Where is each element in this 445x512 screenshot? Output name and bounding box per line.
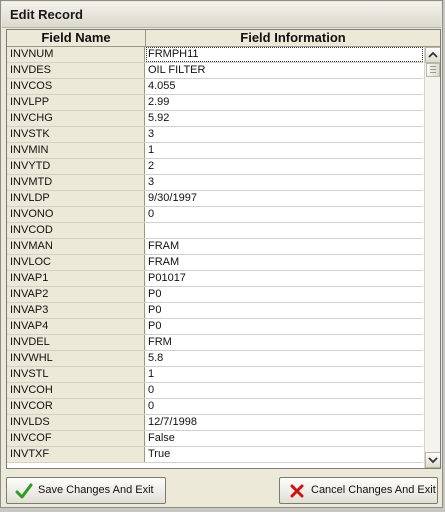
green-checkmark-icon [15, 483, 33, 499]
field-value-cell[interactable]: 1 [146, 143, 423, 158]
table-row[interactable]: INVLPP 2.99 [7, 95, 423, 111]
record-grid: Field Name Field Information INVNUM FRMPH… [6, 29, 441, 469]
field-name-cell: INVDES [7, 63, 145, 78]
table-row[interactable]: INVAP2 P0 [7, 287, 423, 303]
scroll-up-button[interactable] [425, 47, 440, 63]
field-value-cell[interactable]: 5.92 [146, 111, 423, 126]
chevron-down-icon [428, 457, 438, 464]
field-value-cell[interactable]: 0 [146, 207, 423, 222]
column-header-field-info[interactable]: Field Information [146, 30, 440, 46]
table-row[interactable]: INVCOD [7, 223, 423, 239]
field-name-cell: INVLDS [7, 415, 145, 430]
save-button-label: Save Changes And Exit [38, 484, 154, 496]
field-value-cell[interactable]: 2 [146, 159, 423, 174]
field-value-cell[interactable]: 4.055 [146, 79, 423, 94]
field-name-cell: INVCHG [7, 111, 145, 126]
chevron-up-icon [428, 51, 438, 58]
column-header-field-name[interactable]: Field Name [7, 30, 146, 46]
grid-header: Field Name Field Information [7, 30, 440, 47]
field-value-cell[interactable]: P01017 [146, 271, 423, 286]
field-value-cell[interactable]: FRMPH11 [146, 47, 423, 62]
scroll-down-button[interactable] [425, 452, 440, 468]
title-bar: Edit Record [2, 2, 441, 28]
table-row[interactable]: INVDEL FRM [7, 335, 423, 351]
field-value-cell[interactable] [146, 223, 423, 238]
field-name-cell: INVDEL [7, 335, 145, 350]
red-x-icon [290, 484, 304, 498]
table-row[interactable]: INVSTK 3 [7, 127, 423, 143]
field-value-cell[interactable]: P0 [146, 287, 423, 302]
table-row[interactable]: INVSTL 1 [7, 367, 423, 383]
field-value-cell[interactable]: 3 [146, 127, 423, 142]
field-name-cell: INVCOR [7, 399, 145, 414]
table-row[interactable]: INVCOS 4.055 [7, 79, 423, 95]
field-name-cell: INVMAN [7, 239, 145, 254]
field-value-cell[interactable]: 2.99 [146, 95, 423, 110]
field-value-cell[interactable]: P0 [146, 319, 423, 334]
field-value-cell[interactable]: FRAM [146, 239, 423, 254]
field-name-cell: INVYTD [7, 159, 145, 174]
field-value-cell[interactable]: P0 [146, 303, 423, 318]
table-row[interactable]: INVLDP 9/30/1997 [7, 191, 423, 207]
field-name-cell: INVONO [7, 207, 145, 222]
field-name-cell: INVCOF [7, 431, 145, 446]
save-changes-button[interactable]: Save Changes And Exit [6, 477, 166, 504]
field-name-cell: INVAP1 [7, 271, 145, 286]
table-row[interactable]: INVCOR 0 [7, 399, 423, 415]
field-name-cell: INVAP2 [7, 287, 145, 302]
table-row[interactable]: INVYTD 2 [7, 159, 423, 175]
field-name-cell: INVTXF [7, 447, 145, 462]
field-name-cell: INVWHL [7, 351, 145, 366]
field-name-cell: INVLPP [7, 95, 145, 110]
field-name-cell: INVMIN [7, 143, 145, 158]
table-row[interactable]: INVTXF True [7, 447, 423, 463]
table-row[interactable]: INVONO 0 [7, 207, 423, 223]
field-name-cell: INVSTL [7, 367, 145, 382]
field-value-cell[interactable]: 12/7/1998 [146, 415, 423, 430]
table-row[interactable]: INVMIN 1 [7, 143, 423, 159]
table-row[interactable]: INVAP4 P0 [7, 319, 423, 335]
field-value-cell[interactable]: 0 [146, 383, 423, 398]
table-row[interactable]: INVMTD 3 [7, 175, 423, 191]
table-row[interactable]: INVLOC FRAM [7, 255, 423, 271]
field-value-cell[interactable]: FRM [146, 335, 423, 350]
table-row[interactable]: INVMAN FRAM [7, 239, 423, 255]
field-name-cell: INVSTK [7, 127, 145, 142]
cancel-changes-button[interactable]: Cancel Changes And Exit [279, 477, 438, 504]
field-name-cell: INVCOD [7, 223, 145, 238]
field-name-cell: INVMTD [7, 175, 145, 190]
table-row[interactable]: INVLDS 12/7/1998 [7, 415, 423, 431]
edit-record-dialog: Edit Record Field Name Field Information… [0, 0, 443, 508]
field-value-cell[interactable]: 1 [146, 367, 423, 382]
table-row[interactable]: INVWHL 5.8 [7, 351, 423, 367]
table-row[interactable]: INVAP1 P01017 [7, 271, 423, 287]
table-row[interactable]: INVNUM FRMPH11 [7, 47, 423, 63]
field-value-cell[interactable]: 5.8 [146, 351, 423, 366]
field-value-cell[interactable]: True [146, 447, 423, 462]
table-row[interactable]: INVCHG 5.92 [7, 111, 423, 127]
field-value-cell[interactable]: 9/30/1997 [146, 191, 423, 206]
table-row[interactable]: INVAP3 P0 [7, 303, 423, 319]
window-title: Edit Record [10, 7, 83, 22]
field-value-cell[interactable]: OIL FILTER [146, 63, 423, 78]
table-row[interactable]: INVCOH 0 [7, 383, 423, 399]
cancel-button-label: Cancel Changes And Exit [311, 484, 436, 496]
table-row[interactable]: INVDES OIL FILTER [7, 63, 423, 79]
field-name-cell: INVAP4 [7, 319, 145, 334]
grid-rows: INVNUM FRMPH11 INVDES OIL FILTER INVCOS 4.055… [7, 47, 423, 463]
field-value-cell[interactable]: FRAM [146, 255, 423, 270]
field-name-cell: INVNUM [7, 47, 145, 62]
field-name-cell: INVCOH [7, 383, 145, 398]
field-name-cell: INVCOS [7, 79, 145, 94]
field-value-cell[interactable]: 3 [146, 175, 423, 190]
vertical-scrollbar[interactable] [424, 47, 440, 468]
field-value-cell[interactable]: False [146, 431, 423, 446]
field-value-cell[interactable]: 0 [146, 399, 423, 414]
field-name-cell: INVAP3 [7, 303, 145, 318]
field-name-cell: INVLOC [7, 255, 145, 270]
table-row[interactable]: INVCOF False [7, 431, 423, 447]
field-name-cell: INVLDP [7, 191, 145, 206]
scroll-thumb[interactable] [426, 63, 440, 77]
